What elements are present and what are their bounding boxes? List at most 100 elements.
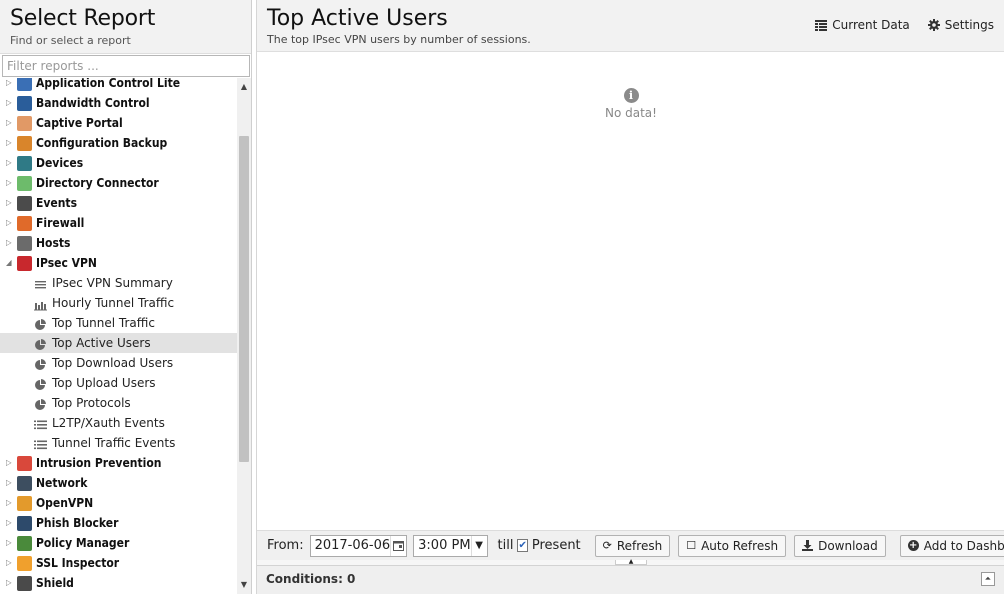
refresh-button[interactable]: ⟳ Refresh [594,534,671,557]
caret-collapsed-icon[interactable]: ▷ [6,453,14,473]
tree-category-row[interactable]: ▷ Application Control Lite [0,78,237,93]
tree-report-label: Top Upload Users [52,376,156,390]
scroll-thumb[interactable] [239,136,249,462]
firewall-icon [17,216,32,231]
pie-chart-icon [34,317,47,330]
from-date-field[interactable]: 2017-06-06 [309,534,408,557]
pie-chart-icon [34,397,47,410]
report-description: The top IPsec VPN users by number of ses… [267,33,531,46]
tree-category-label: Phish Blocker [36,516,119,530]
bandwidth-icon [17,96,32,111]
panel-subtitle: Find or select a report [10,34,131,47]
report-selector-panel: Select Report Find or select a report ▷ A… [0,0,252,594]
present-checkbox[interactable]: ✔ [517,539,528,552]
caret-collapsed-icon[interactable]: ▷ [6,553,14,573]
current-data-button[interactable]: Current Data [815,18,910,32]
settings-button[interactable]: Settings [927,18,994,32]
tree-category-row[interactable]: ▷ Phish Blocker [0,513,237,533]
auto-refresh-button[interactable]: ☐ Auto Refresh [678,534,787,557]
captive-portal-icon [17,116,32,131]
download-icon [802,540,814,551]
phish-blocker-icon [17,516,32,531]
tree-category-row[interactable]: ▷ Intrusion Prevention [0,453,237,473]
tree-report-label: Top Download Users [52,356,174,370]
from-time-field[interactable]: 3:00 PM ▼ [413,534,488,557]
tree-report-row[interactable]: Top Active Users [0,333,237,353]
tree-category-row[interactable]: ▷ OpenVPN [0,493,237,513]
tree-report-row[interactable]: Top Upload Users [0,373,237,393]
conditions-bar[interactable]: Conditions: 0 ⏶ [257,565,1004,594]
tree-category-label: Network [36,476,88,490]
calendar-icon[interactable] [390,535,406,556]
tree-category-label: SSL Inspector [36,556,120,570]
tree-category-label: Hosts [36,236,71,250]
scroll-up-arrow-icon[interactable]: ▲ [237,80,251,94]
tree-category-label: Policy Manager [36,536,130,550]
tree-category-row[interactable]: ▷ Hosts [0,233,237,253]
tree-report-row[interactable]: Hourly Tunnel Traffic [0,293,237,313]
tree-category-row[interactable]: ▷ Bandwidth Control [0,93,237,113]
tree-report-row[interactable]: Tunnel Traffic Events [0,433,237,453]
caret-collapsed-icon[interactable]: ▷ [6,113,14,133]
tree-category-row[interactable]: ▷ Directory Connector [0,173,237,193]
scroll-down-arrow-icon[interactable]: ▼ [237,578,251,592]
bar-chart-icon [34,297,47,311]
tree-category-row[interactable]: ▷ Captive Portal [0,113,237,133]
tree-report-row[interactable]: Top Protocols [0,393,237,413]
caret-expanded-icon[interactable]: ◢ [6,253,14,273]
tree-scrollbar[interactable]: ▲ ▼ [237,78,251,594]
tree-category-row[interactable]: ▷ Network [0,473,237,493]
text-report-icon [34,277,47,289]
chevron-down-icon[interactable]: ▼ [470,535,487,556]
caret-collapsed-icon[interactable]: ▷ [6,533,14,553]
caret-collapsed-icon[interactable]: ▷ [6,213,14,233]
events-icon [17,196,32,211]
caret-collapsed-icon[interactable]: ▷ [6,133,14,153]
tree-report-row[interactable]: Top Tunnel Traffic [0,313,237,333]
report-selector-header: Select Report Find or select a report [0,0,251,54]
tree-category-label: Configuration Backup [36,136,168,150]
tree-category-label: Bandwidth Control [36,96,150,110]
caret-collapsed-icon[interactable]: ▷ [6,193,14,213]
tree-category-row[interactable]: ▷ SSL Inspector [0,553,237,573]
refresh-label: Refresh [616,538,663,553]
config-backup-icon [17,136,32,151]
add-to-dashboard-label: Add to Dashboard [923,538,1004,553]
caret-collapsed-icon[interactable]: ▷ [6,93,14,113]
tree-report-label: Top Tunnel Traffic [52,316,155,330]
tree-category-row[interactable]: ▷ Configuration Backup [0,133,237,153]
download-button[interactable]: Download [794,534,886,557]
conditions-label: Conditions: 0 [266,572,356,586]
policy-manager-icon [17,536,32,551]
caret-collapsed-icon[interactable]: ▷ [6,173,14,193]
expand-up-icon[interactable]: ⏶ [981,572,995,586]
tree-category-row[interactable]: ▷ Policy Manager [0,533,237,553]
caret-collapsed-icon[interactable]: ▷ [6,473,14,493]
tree-category-row[interactable]: ▷ Firewall [0,213,237,233]
tree-report-label: Top Protocols [52,396,131,410]
caret-collapsed-icon[interactable]: ▷ [6,78,14,93]
caret-collapsed-icon[interactable]: ▷ [6,513,14,533]
tree-category-label: Directory Connector [36,176,159,190]
caret-collapsed-icon[interactable]: ▷ [6,573,14,593]
add-to-dashboard-button[interactable]: + Add to Dashboard [899,534,1004,557]
tree-category-row[interactable]: ▷ Shield [0,573,237,593]
caret-collapsed-icon[interactable]: ▷ [6,233,14,253]
tree-report-row[interactable]: L2TP/Xauth Events [0,413,237,433]
openvpn-icon [17,496,32,511]
plus-circle-icon: + [907,540,919,551]
tree-report-label: Top Active Users [52,336,151,350]
pie-chart-icon [34,337,47,350]
tree-report-row[interactable]: Top Download Users [0,353,237,373]
till-label: till [497,538,514,553]
tree-category-row[interactable]: ▷ Devices [0,153,237,173]
tree-report-row[interactable]: IPsec VPN Summary [0,273,237,293]
tree-category-row[interactable]: ▷ Events [0,193,237,213]
current-data-label: Current Data [832,18,910,32]
tree-report-label: L2TP/Xauth Events [52,416,165,430]
filter-reports-input[interactable] [2,55,250,77]
caret-collapsed-icon[interactable]: ▷ [6,153,14,173]
caret-collapsed-icon[interactable]: ▷ [6,493,14,513]
tree-category-row[interactable]: ◢ IPsec VPN [0,253,237,273]
tree-report-label: IPsec VPN Summary [52,276,173,290]
